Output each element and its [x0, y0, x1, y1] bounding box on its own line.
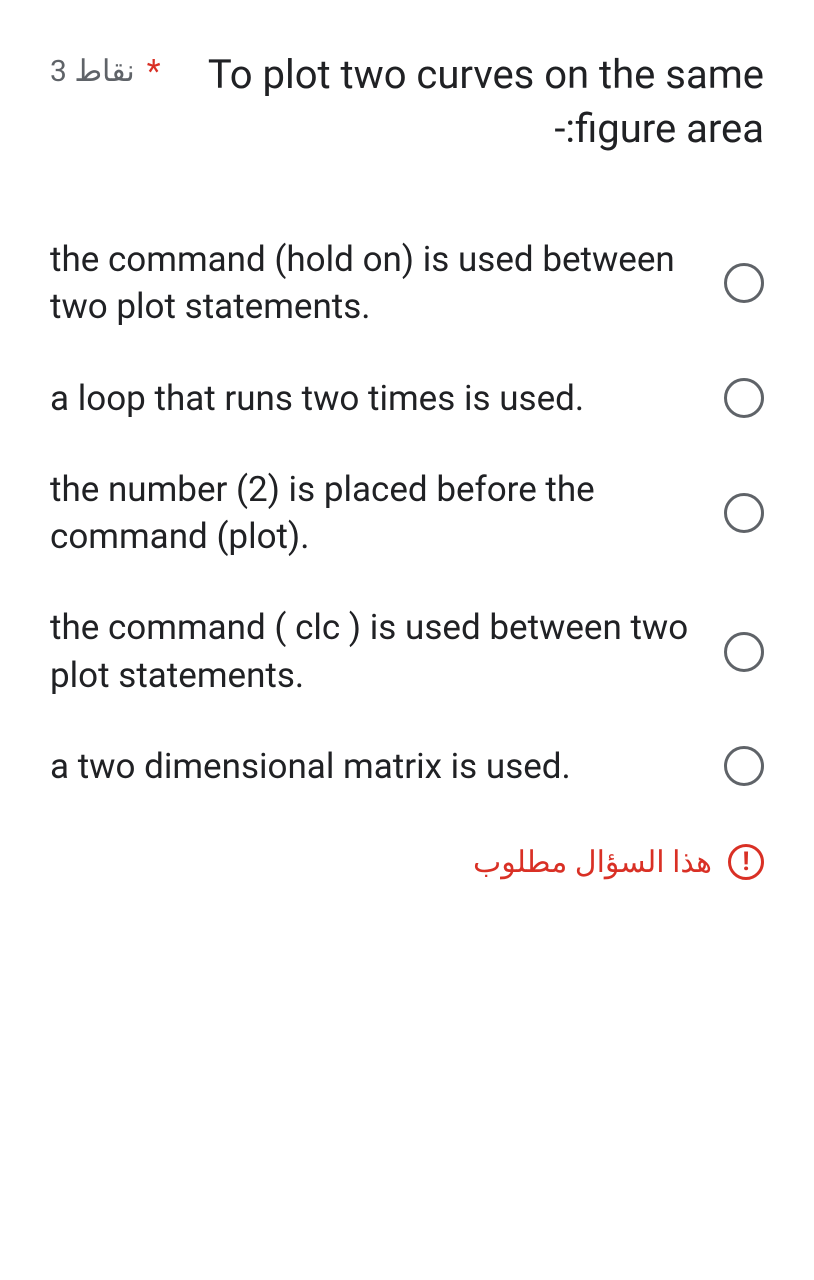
required-mark: *: [147, 52, 161, 90]
option-row[interactable]: the command (hold on) is used between tw…: [50, 236, 764, 331]
option-row[interactable]: the command ( clc ) is used between two …: [50, 604, 764, 699]
radio-icon[interactable]: [724, 746, 764, 786]
option-label: a two dimensional matrix is used.: [50, 743, 694, 790]
question-header: 3 نقاط * To plot two curves on the same …: [50, 48, 764, 156]
option-row[interactable]: a loop that runs two times is used.: [50, 375, 764, 422]
option-label: the command (hold on) is used between tw…: [50, 236, 694, 331]
option-label: a loop that runs two times is used.: [50, 375, 694, 422]
radio-icon[interactable]: [724, 263, 764, 303]
option-row[interactable]: the number (2) is placed before the comm…: [50, 466, 764, 561]
question-text: To plot two curves on the same figure ar…: [179, 48, 764, 156]
error-text: هذا السؤال مطلوب: [473, 845, 712, 880]
radio-icon[interactable]: [724, 632, 764, 672]
radio-icon[interactable]: [724, 378, 764, 418]
radio-icon[interactable]: [724, 493, 764, 533]
points-label: 3 نقاط: [50, 54, 135, 89]
alert-icon: !: [728, 844, 764, 880]
options-list: the command (hold on) is used between tw…: [50, 236, 764, 790]
alert-glyph: !: [742, 849, 749, 875]
option-label: the command ( clc ) is used between two …: [50, 604, 694, 699]
option-row[interactable]: a two dimensional matrix is used.: [50, 743, 764, 790]
option-label: the number (2) is placed before the comm…: [50, 466, 694, 561]
error-message: هذا السؤال مطلوب !: [50, 844, 764, 880]
